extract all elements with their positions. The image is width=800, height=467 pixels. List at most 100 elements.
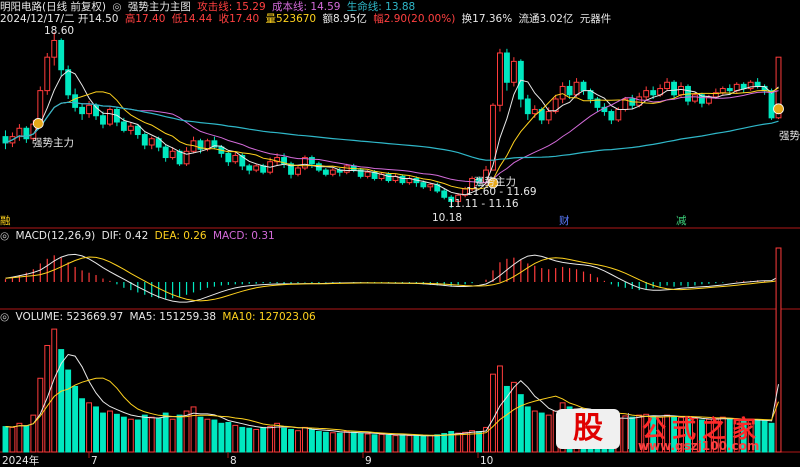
candle-body [308, 157, 315, 165]
candle-body [664, 81, 671, 90]
candle-body [260, 165, 267, 173]
candle-body [148, 138, 155, 146]
candle-body [399, 175, 406, 184]
high-price-label: 18.60 [44, 25, 75, 37]
volume-bar [9, 426, 16, 453]
volume-bar [155, 417, 162, 453]
macd-value: MACD: 0.31 [212, 230, 275, 242]
candle-body [615, 108, 622, 121]
candle-body [427, 184, 434, 188]
volume-bar [427, 435, 434, 453]
macd-dif: DIF: 0.42 [101, 230, 149, 242]
volume-bar [420, 435, 427, 453]
header-bar: 明阳电路(日线 前复权) ◎ 强势主力主图 攻击线: 15.29 成本线: 14… [0, 1, 418, 13]
candle-body [364, 171, 371, 177]
volume-bar [100, 412, 106, 453]
volume-ma5: MA5: 151259.38 [129, 311, 217, 323]
price-panel[interactable] [2, 32, 784, 209]
x-axis-label-oct: 10 [480, 455, 494, 467]
volume-header: ◎ VOLUME: 523669.97 MA5: 151259.38 MA10:… [0, 311, 319, 323]
macd-name[interactable]: MACD(12,26,9) [16, 230, 96, 242]
volume-settings-icon[interactable]: ◎ [0, 311, 9, 323]
candle-body [58, 39, 65, 71]
volume-bar [288, 428, 294, 453]
macd-settings-icon[interactable]: ◎ [0, 230, 9, 242]
volume-bar [218, 422, 225, 453]
macd-panel[interactable] [4, 253, 780, 303]
quote-sector: 元器件 [579, 13, 612, 25]
quote-volume: 量523670 [265, 13, 317, 25]
volume-bar [336, 432, 343, 453]
candle-body [497, 52, 503, 106]
signal-label-3: 强势 [779, 130, 800, 142]
quote-high: 高17.40 [124, 13, 166, 25]
volume-bar [141, 414, 148, 453]
volume-bar [239, 426, 246, 453]
watermark-divider [628, 413, 629, 449]
cost-line-value: 成本线: 14.59 [272, 1, 341, 13]
volume-bar [204, 418, 211, 453]
candle-body [650, 90, 657, 96]
volume-bar [79, 398, 86, 453]
volume-bar [232, 424, 239, 453]
candle-body [754, 81, 761, 87]
volume-bar [37, 377, 44, 453]
volume-name[interactable]: VOLUME: 523669.97 [16, 311, 124, 323]
candle-body [295, 167, 301, 175]
candle-body [671, 81, 677, 96]
volume-bar [434, 434, 441, 453]
macd-dif-line [5, 253, 779, 303]
candle-body [740, 83, 747, 90]
volume-bar [86, 402, 92, 453]
indicator-name[interactable]: 强势主力主图 [128, 1, 191, 13]
candle-body [246, 165, 253, 171]
marker-jian[interactable]: 减 [676, 215, 687, 227]
candle-body [72, 94, 79, 108]
volume-bar [378, 433, 385, 453]
stock-title[interactable]: 明阳电路(日线 前复权) [0, 1, 106, 13]
volume-bar [476, 431, 482, 453]
quote-bar: 2024/12/17/二 开14.50 高17.40 低14.44 收17.40… [0, 13, 614, 25]
volume-bar [329, 432, 336, 453]
candle-body [719, 88, 726, 94]
candle-body [120, 121, 127, 131]
volume-bar [225, 422, 232, 453]
attack-line-value: 攻击线: 15.29 [197, 1, 266, 13]
candle-body [329, 169, 336, 175]
volume-ma10: MA10: 127023.06 [222, 311, 316, 323]
volume-bar [545, 414, 552, 453]
volume-bar [510, 381, 517, 453]
volume-bar [385, 434, 392, 453]
volume-bar [120, 416, 127, 453]
quote-turnover: 换17.36% [461, 13, 513, 25]
volume-bar [406, 435, 413, 453]
candle-body [225, 152, 232, 163]
candle-body [107, 108, 113, 125]
candle-body [510, 60, 517, 83]
candle-body [162, 146, 169, 159]
candle-body [559, 85, 566, 100]
candle-body [141, 134, 148, 146]
candle-body [169, 150, 176, 159]
watermark: 股 公式之家 www.gszj100.com [556, 409, 796, 453]
volume-bar [490, 373, 496, 453]
marker-cai[interactable]: 财 [559, 215, 570, 227]
volume-bar [295, 430, 301, 453]
marker-left[interactable]: 融 [0, 215, 11, 227]
quote-change: 幅2.90(20.00%) [373, 13, 456, 25]
volume-bar [107, 410, 113, 453]
quote-amount: 额8.95亿 [322, 13, 367, 25]
watermark-url: www.gszj100.com [638, 439, 760, 453]
candle-body [232, 154, 239, 163]
x-axis [88, 452, 479, 458]
volume-bar [267, 426, 274, 453]
volume-bar [169, 418, 176, 453]
indicator-settings-icon[interactable]: ◎ [112, 1, 121, 13]
macd-dea-line [5, 256, 779, 302]
ma60-line [5, 101, 779, 161]
volume-bar [357, 433, 364, 453]
candle-body [545, 111, 552, 121]
volume-bar [315, 431, 322, 453]
quote-float-cap: 流通3.02亿 [518, 13, 574, 25]
low-price-label: 10.18 [432, 212, 463, 224]
